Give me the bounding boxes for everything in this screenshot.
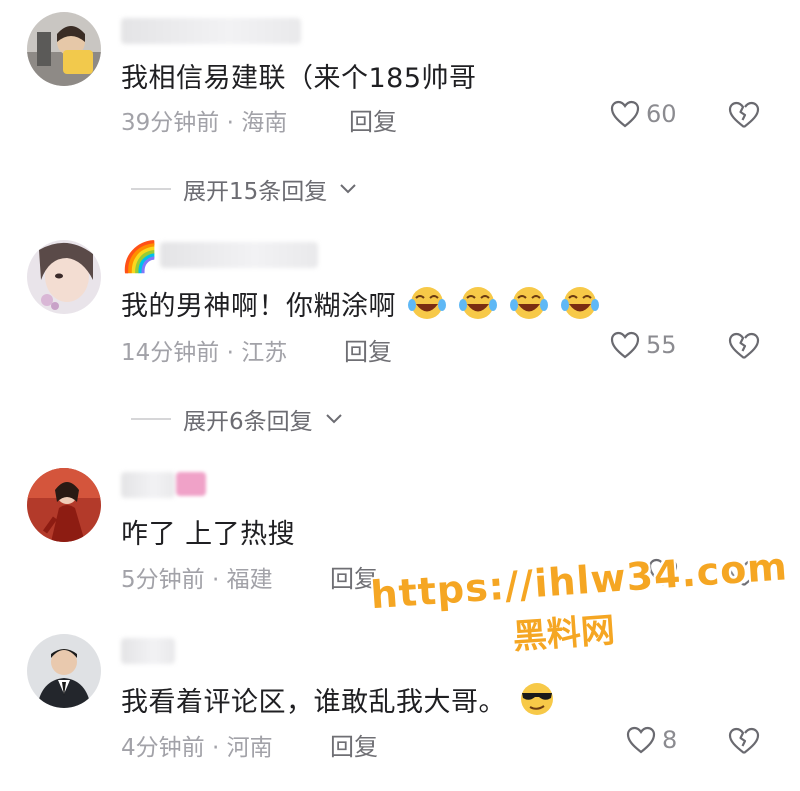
avatar[interactable] <box>27 12 101 86</box>
comment-time: 39分钟前 <box>121 110 220 136</box>
laugh-cry-emoji <box>459 287 498 319</box>
reply-button[interactable]: 回复 <box>330 559 378 594</box>
username-blurred[interactable] <box>121 18 301 44</box>
laugh-cry-emoji <box>510 287 549 319</box>
avatar[interactable] <box>27 468 101 542</box>
comment-text-content: 我看着评论区，谁敢乱我大哥。 <box>121 687 506 718</box>
comment-item: 咋了 上了热搜 5分钟前 · 福建 回复 <box>0 458 800 618</box>
comment-text: 我的男神啊！你糊涂啊 <box>121 284 600 323</box>
dislike-button[interactable] <box>728 101 760 133</box>
dislike-button[interactable] <box>728 559 760 591</box>
comment-text: 我看着评论区，谁敢乱我大哥。 <box>121 680 557 719</box>
reply-button[interactable]: 回复 <box>330 727 378 762</box>
expand-replies[interactable]: 展开6条回复 <box>131 402 343 436</box>
reply-button[interactable]: 回复 <box>349 102 397 137</box>
heart-icon <box>648 558 678 586</box>
broken-heart-icon <box>728 101 760 128</box>
meta-separator: · <box>211 735 220 761</box>
comment-time: 4分钟前 <box>121 735 205 761</box>
comment-item: 我看着评论区，谁敢乱我大哥。 4分钟前 · 河南 回复 8 <box>0 628 800 791</box>
comment-location: 福建 <box>226 567 273 593</box>
username-blurred[interactable] <box>121 638 175 664</box>
like-count: 55 <box>646 331 677 359</box>
comment-item: 我相信易建联（来个185帅哥 39分钟前 · 海南 回复 60 展开15条回复 <box>0 0 800 230</box>
avatar[interactable] <box>27 634 101 708</box>
comment-meta: 14分钟前 · 江苏 <box>121 333 287 367</box>
username-emoji: 🌈 <box>121 240 159 275</box>
meta-separator: · <box>226 340 234 366</box>
broken-heart-icon <box>728 559 760 586</box>
sunglasses-emoji <box>521 683 554 715</box>
expand-replies-label: 展开6条回复 <box>183 409 313 435</box>
dislike-button[interactable] <box>728 727 760 759</box>
username-blurred[interactable] <box>160 242 318 268</box>
expand-replies[interactable]: 展开15条回复 <box>131 172 357 206</box>
chevron-down-icon <box>340 184 356 194</box>
comment-location: 江苏 <box>241 340 288 366</box>
laugh-cry-emoji <box>561 287 600 319</box>
divider-line <box>131 188 171 190</box>
divider-line <box>131 418 171 420</box>
comment-location: 河南 <box>226 735 273 761</box>
meta-separator: · <box>226 110 234 136</box>
emoji-group <box>405 287 600 322</box>
expand-replies-label: 展开15条回复 <box>183 179 328 205</box>
like-count: 8 <box>662 726 678 754</box>
heart-icon <box>610 100 640 128</box>
comment-time: 5分钟前 <box>121 567 205 593</box>
like-button[interactable]: 60 <box>610 100 677 128</box>
comment-location: 海南 <box>241 110 288 136</box>
avatar[interactable] <box>27 240 101 314</box>
like-count: 60 <box>646 100 677 128</box>
comment-meta: 4分钟前 · 河南 <box>121 728 273 762</box>
broken-heart-icon <box>728 727 760 754</box>
comment-text: 咋了 上了热搜 <box>121 519 296 550</box>
heart-icon <box>610 331 640 359</box>
username-blurred-tag <box>176 472 206 496</box>
comment-item: 🌈 我的男神啊！你糊涂啊 14分钟前 · 江苏 回复 55 展开6条回复 <box>0 228 800 458</box>
username-blurred[interactable] <box>121 472 175 498</box>
like-button[interactable]: 55 <box>610 331 677 359</box>
heart-icon <box>626 726 656 754</box>
dislike-button[interactable] <box>728 332 760 364</box>
meta-separator: · <box>211 567 220 593</box>
laugh-cry-emoji <box>408 287 447 319</box>
comment-text: 我相信易建联（来个185帅哥 <box>121 63 477 94</box>
comment-time: 14分钟前 <box>121 340 220 366</box>
like-button[interactable] <box>648 558 684 586</box>
comment-meta: 5分钟前 · 福建 <box>121 560 273 594</box>
chevron-down-icon <box>325 414 342 424</box>
reply-button[interactable]: 回复 <box>344 332 392 367</box>
comment-text-content: 我的男神啊！你糊涂啊 <box>121 291 396 322</box>
like-button[interactable]: 8 <box>626 726 677 754</box>
comment-meta: 39分钟前 · 海南 <box>121 103 287 137</box>
broken-heart-icon <box>728 332 760 359</box>
